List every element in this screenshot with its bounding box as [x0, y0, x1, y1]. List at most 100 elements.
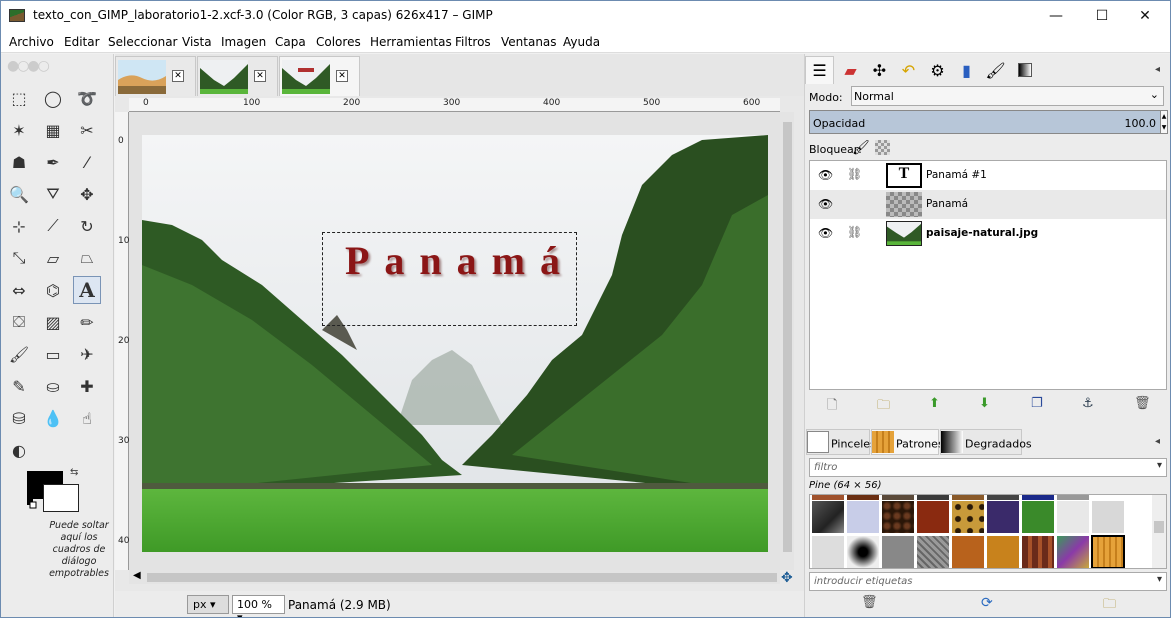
maximize-button[interactable]: ☐	[1079, 1, 1125, 31]
menu-editar[interactable]: Editar	[64, 35, 100, 49]
close-tab-2-icon[interactable]: ✕	[254, 70, 266, 82]
visibility-eye-icon[interactable]: 👁	[818, 197, 833, 211]
layer-row[interactable]: 👁 Panamá	[810, 190, 1166, 219]
ellipse-select-tool-icon[interactable]: ◯	[39, 84, 67, 112]
ink-tool-icon[interactable]: ✎	[5, 372, 33, 400]
bucket-fill-tool-icon[interactable]: ⛋	[5, 308, 33, 336]
visibility-eye-icon[interactable]: 👁	[818, 168, 833, 182]
navigate-icon[interactable]: ✥	[781, 570, 793, 586]
paths-tab-icon[interactable]: ✣	[865, 56, 894, 84]
unit-select[interactable]: px ▾	[187, 595, 229, 614]
chain-link-icon[interactable]: ⛓	[847, 167, 862, 181]
align-tool-icon[interactable]: ⊹	[5, 212, 33, 240]
filter-input[interactable]: filtro ▾	[809, 458, 1167, 477]
pattern-swatch[interactable]	[881, 500, 915, 534]
delete-layer-icon[interactable]: 🗑	[1134, 396, 1151, 411]
clone-tool-icon[interactable]: ⛀	[39, 372, 67, 400]
horizontal-scroll-thumb[interactable]	[147, 573, 777, 582]
scale-tool-icon[interactable]: ⤡	[5, 244, 33, 272]
close-button[interactable]: ✕	[1122, 1, 1168, 31]
lock-alpha-icon[interactable]	[875, 140, 890, 155]
pattern-swatch[interactable]	[951, 535, 985, 568]
close-tab-3-icon[interactable]: ✕	[336, 70, 348, 82]
delete-pattern-icon[interactable]: 🗑	[861, 595, 878, 610]
dodge-burn-tool-icon[interactable]: ◐	[5, 436, 33, 464]
layer-row[interactable]: 👁 ⛓ T Panamá #1	[810, 161, 1166, 190]
scissors-select-tool-icon[interactable]: ✂	[73, 116, 101, 144]
zoom-select[interactable]: 100 % ▾	[232, 595, 285, 617]
menu-colores[interactable]: Colores	[316, 35, 361, 49]
menu-vista[interactable]: Vista	[182, 35, 212, 49]
tab-pinceles[interactable]: Pinceles	[806, 429, 876, 455]
scroll-left-icon[interactable]: ◀	[133, 570, 141, 581]
pattern-swatch[interactable]	[881, 535, 915, 568]
visibility-eye-icon[interactable]: 👁	[818, 226, 833, 240]
airbrush-tool-icon[interactable]: ✈	[73, 340, 101, 368]
color-picker-tool-icon[interactable]: ⁄	[73, 148, 101, 176]
lower-layer-icon[interactable]: ⬇	[979, 396, 990, 411]
pattern-swatch[interactable]	[986, 500, 1020, 534]
blend-tool-icon[interactable]: ▨	[39, 308, 67, 336]
rotate-tool-icon[interactable]: ↻	[73, 212, 101, 240]
menu-herramientas[interactable]: Herramientas	[370, 35, 452, 49]
brushes-tab-icon[interactable]: 🖌	[981, 56, 1010, 84]
shear-tool-icon[interactable]: ▱	[39, 244, 67, 272]
image-tab-3[interactable]: ✕	[279, 56, 360, 96]
rect-select-tool-icon[interactable]: ⬚	[5, 84, 33, 112]
perspective-clone-tool-icon[interactable]: ⛁	[5, 404, 33, 432]
minimize-button[interactable]: —	[1033, 1, 1079, 31]
select-by-color-tool-icon[interactable]: ▦	[39, 116, 67, 144]
tags-input[interactable]: introducir etiquetas ▾	[809, 572, 1167, 591]
blur-sharpen-tool-icon[interactable]: 💧	[39, 404, 67, 432]
refresh-patterns-icon[interactable]: ⟳	[981, 595, 993, 611]
raise-layer-icon[interactable]: ⬆	[929, 396, 940, 411]
pattern-swatch[interactable]	[1091, 500, 1125, 534]
device-status-tab-icon[interactable]: ▮	[952, 56, 981, 84]
zoom-tool-icon[interactable]: 🔍	[5, 180, 33, 208]
pattern-swatch[interactable]	[1056, 535, 1090, 568]
menu-ayuda[interactable]: Ayuda	[563, 35, 600, 49]
opacity-spinner[interactable]: ▲ ▼	[1160, 110, 1168, 134]
anchor-layer-icon[interactable]: ⚓	[1082, 396, 1094, 411]
flip-tool-icon[interactable]: ⇔	[5, 276, 33, 304]
tool-options-tab-icon[interactable]: ⚙	[923, 56, 952, 84]
menu-ventanas[interactable]: Ventanas	[501, 35, 557, 49]
layer-row[interactable]: 👁 ⛓ paisaje-natural.jpg	[810, 219, 1166, 248]
channels-tab-icon[interactable]: ▰	[836, 56, 865, 84]
swap-colors-icon[interactable]: ⇆	[70, 467, 78, 478]
pattern-swatch[interactable]	[916, 535, 950, 568]
move-tool-icon[interactable]: ✥	[73, 180, 101, 208]
crop-tool-icon[interactable]: ⟋	[39, 212, 67, 240]
image-tab-2[interactable]: ✕	[197, 56, 278, 96]
vertical-scroll-thumb[interactable]	[783, 122, 792, 552]
layers-tab-icon[interactable]: ☰	[805, 56, 834, 84]
pattern-swatch[interactable]	[811, 535, 845, 568]
free-select-tool-icon[interactable]: ➰	[73, 84, 101, 112]
dock-menu-icon[interactable]: ◂	[1155, 436, 1160, 447]
open-pattern-folder-icon[interactable]: 🗀	[1103, 595, 1116, 617]
heal-tool-icon[interactable]: ✚	[73, 372, 101, 400]
smudge-tool-icon[interactable]: ☝	[73, 404, 101, 432]
duplicate-layer-icon[interactable]: ❐	[1031, 396, 1043, 411]
dock-menu-icon[interactable]: ◂	[1155, 64, 1160, 75]
chain-link-icon[interactable]: ⛓	[847, 225, 862, 239]
pattern-swatch[interactable]	[846, 535, 880, 568]
menu-seleccionar[interactable]: Seleccionar	[108, 35, 177, 49]
pattern-scroll-thumb[interactable]	[1154, 521, 1164, 533]
eraser-tool-icon[interactable]: ▭	[39, 340, 67, 368]
cage-transform-tool-icon[interactable]: ⌬	[39, 276, 67, 304]
pattern-swatch-selected[interactable]	[1091, 535, 1125, 568]
measure-tool-icon[interactable]: ⛛	[39, 180, 67, 208]
pattern-swatch[interactable]	[1021, 535, 1055, 568]
fuzzy-select-tool-icon[interactable]: ✶	[5, 116, 33, 144]
image-tab-1[interactable]: ✕	[115, 56, 196, 96]
pencil-tool-icon[interactable]: ✏	[73, 308, 101, 336]
horizontal-scrollbar[interactable]: ◀	[129, 570, 780, 584]
pattern-swatch[interactable]	[951, 500, 985, 534]
background-color-swatch[interactable]	[43, 484, 79, 512]
opacity-slider[interactable]: Opacidad 100.0	[809, 110, 1161, 134]
menu-capa[interactable]: Capa	[275, 35, 306, 49]
text-layer-boundary[interactable]: Panamá	[322, 232, 577, 326]
pattern-swatch[interactable]	[846, 500, 880, 534]
pattern-scrollbar[interactable]	[1152, 495, 1166, 568]
